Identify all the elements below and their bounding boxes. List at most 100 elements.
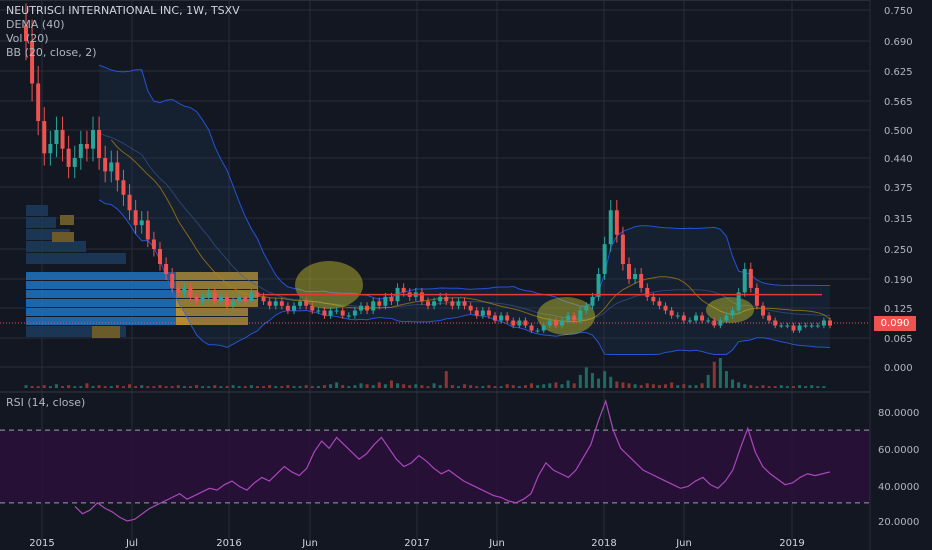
candle-body-2 bbox=[36, 83, 41, 122]
volume-bar-0 bbox=[24, 385, 28, 388]
candle-body-53 bbox=[346, 315, 351, 317]
last-price-value: 0.090 bbox=[880, 318, 910, 329]
candle-body-112 bbox=[706, 320, 711, 322]
last-price-badge: 0.090 bbox=[874, 316, 916, 331]
candle-body-83 bbox=[529, 325, 534, 331]
candle-body-121 bbox=[761, 305, 765, 316]
volume-bar-130 bbox=[816, 386, 820, 388]
candle-body-57 bbox=[371, 301, 376, 311]
candle-body-12 bbox=[97, 130, 102, 158]
candle-body-105 bbox=[663, 305, 668, 311]
rsi-tick-0: 80.0000 bbox=[878, 408, 919, 419]
volume-bar-109 bbox=[688, 385, 692, 388]
candle-body-125 bbox=[785, 325, 790, 327]
volume-bar-128 bbox=[804, 386, 808, 388]
candle-body-89 bbox=[566, 315, 571, 321]
time-tick-5: Jun bbox=[488, 538, 505, 549]
volume-bar-61 bbox=[396, 383, 400, 388]
candle-body-31 bbox=[212, 292, 217, 302]
indicator-dema-label[interactable]: DEMA (40) bbox=[6, 18, 240, 32]
candle-body-25 bbox=[176, 287, 181, 293]
candle-body-34 bbox=[231, 301, 236, 306]
vp-row-7 bbox=[26, 290, 176, 298]
volume-bar-108 bbox=[682, 384, 686, 388]
candle-body-69 bbox=[444, 296, 449, 302]
time-tick-3: Jun bbox=[301, 538, 318, 549]
candle-body-71 bbox=[456, 301, 461, 306]
volume-bar-18 bbox=[134, 386, 138, 388]
volume-bar-69 bbox=[444, 371, 448, 388]
volume-bar-28 bbox=[195, 385, 199, 388]
volume-bar-47 bbox=[310, 386, 314, 388]
time-tick-2: 2016 bbox=[216, 538, 241, 549]
rsi-tick-3: 20.0000 bbox=[878, 517, 919, 528]
candle-body-22 bbox=[158, 249, 162, 264]
volume-bar-106 bbox=[670, 382, 674, 388]
candle-body-107 bbox=[675, 315, 680, 317]
volume-bars bbox=[24, 358, 826, 388]
candle-body-76 bbox=[486, 310, 491, 316]
candle-body-98 bbox=[620, 234, 625, 264]
vp-row-4 bbox=[26, 253, 126, 264]
volume-bar-44 bbox=[292, 386, 296, 388]
volume-bar-75 bbox=[481, 386, 485, 388]
volume-bar-78 bbox=[499, 386, 503, 388]
indicator-vol-label[interactable]: Vol (20) bbox=[6, 32, 240, 46]
candle-body-33 bbox=[225, 296, 229, 306]
candle-body-47 bbox=[310, 305, 315, 311]
candle-body-51 bbox=[334, 310, 339, 312]
chart-canvas[interactable]: 0.750 0.690 0.625 0.565 0.500 0.440 0.375 0.315… bbox=[0, 0, 932, 550]
volume-bar-102 bbox=[645, 383, 649, 388]
volume-bar-31 bbox=[213, 385, 217, 388]
volume-bar-19 bbox=[140, 385, 144, 388]
time-tick-7: Jun bbox=[675, 538, 692, 549]
volume-bar-43 bbox=[286, 385, 290, 388]
volume-bar-82 bbox=[523, 385, 527, 388]
candle-body-94 bbox=[596, 274, 601, 297]
candle-body-37 bbox=[249, 292, 254, 302]
volume-bar-26 bbox=[182, 386, 186, 388]
candle-body-118 bbox=[742, 269, 747, 293]
candle-body-39 bbox=[261, 296, 266, 302]
candle-body-65 bbox=[419, 292, 424, 302]
candle-body-32 bbox=[218, 296, 223, 302]
volume-bar-91 bbox=[578, 374, 582, 388]
volume-bar-126 bbox=[791, 386, 795, 388]
rsi-label: RSI (14, close) bbox=[6, 396, 86, 409]
candle-body-43 bbox=[285, 305, 290, 311]
candle-body-124 bbox=[779, 325, 784, 327]
volume-bar-96 bbox=[609, 376, 613, 388]
candle-body-123 bbox=[773, 320, 778, 326]
volume-bar-115 bbox=[724, 371, 728, 388]
price-axis: 0.750 0.690 0.625 0.565 0.500 0.440 0.375 0.315… bbox=[869, 0, 932, 550]
candle-body-101 bbox=[639, 274, 644, 288]
volume-bar-21 bbox=[152, 386, 156, 388]
indicator-bb-label[interactable]: BB (20, close, 2) bbox=[6, 46, 240, 60]
candle-body-58 bbox=[377, 301, 382, 306]
volume-bar-89 bbox=[566, 380, 570, 388]
volume-bar-16 bbox=[121, 386, 125, 388]
volume-bar-97 bbox=[615, 381, 619, 388]
candle-body-5 bbox=[54, 130, 59, 144]
candle-body-4 bbox=[48, 144, 53, 154]
price-tick-3: 0.565 bbox=[884, 97, 913, 108]
vp-row-1 bbox=[26, 217, 56, 228]
time-axis: 2015 Jul 2016 Jun 2017 Jun 2018 Jun 2019 bbox=[29, 538, 804, 549]
candle-body-68 bbox=[438, 296, 443, 302]
candle-body-48 bbox=[316, 310, 321, 312]
volume-bar-85 bbox=[542, 384, 546, 388]
rsi-legend[interactable]: RSI (14, close) bbox=[6, 396, 85, 410]
volume-bar-76 bbox=[487, 385, 491, 388]
chart-title: NEUTRISCI INTERNATIONAL INC, 1W, TSXV bbox=[6, 4, 240, 17]
volume-bar-83 bbox=[530, 383, 534, 388]
volume-bar-105 bbox=[664, 384, 668, 388]
volume-bar-10 bbox=[85, 383, 89, 388]
volume-bar-20 bbox=[146, 386, 150, 388]
candle-body-100 bbox=[633, 274, 638, 279]
volume-bar-51 bbox=[335, 382, 339, 388]
volume-bar-79 bbox=[505, 384, 509, 388]
candle-body-19 bbox=[139, 220, 144, 226]
chart-legend: NEUTRISCI INTERNATIONAL INC, 1W, TSXV DE… bbox=[6, 4, 240, 60]
candle-body-13 bbox=[103, 158, 108, 172]
volume-bar-3 bbox=[42, 385, 46, 388]
